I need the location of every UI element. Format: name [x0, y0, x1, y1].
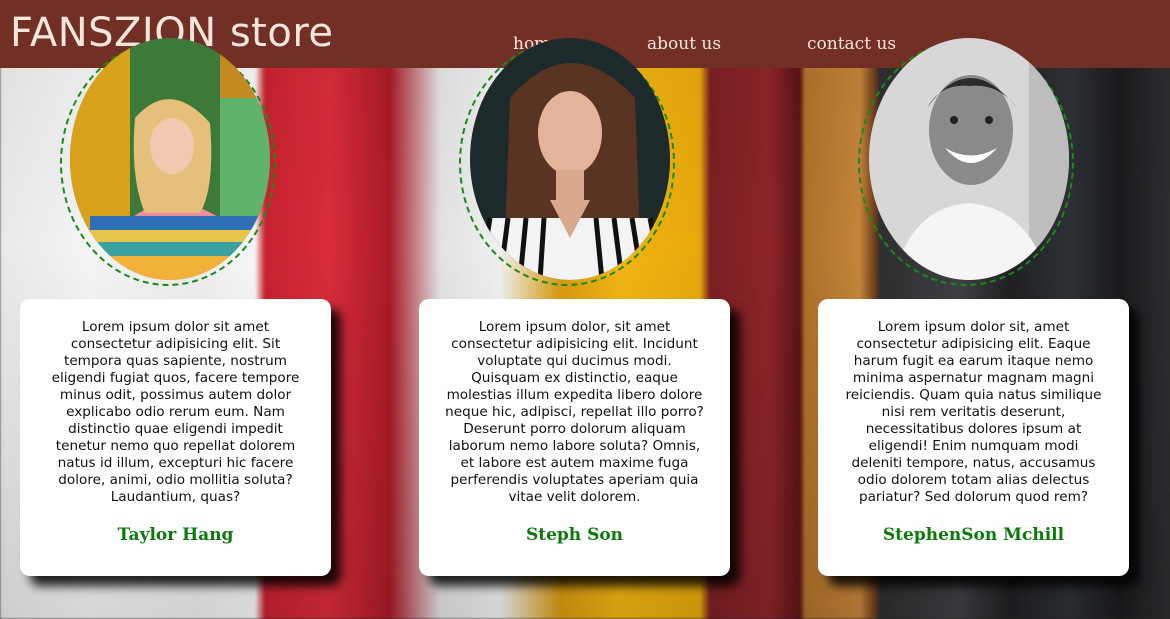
testimonial-author: StephenSon Mchill: [882, 525, 1065, 545]
testimonial-card-1: Lorem ipsum dolor sit amet consectetur a…: [20, 299, 331, 576]
testimonial-text: Lorem ipsum dolor, sit amet consectetur …: [445, 319, 704, 505]
testimonial-card-3: Lorem ipsum dolor sit, amet consectetur …: [818, 299, 1129, 576]
testimonial-card-2: Lorem ipsum dolor, sit amet consectetur …: [419, 299, 730, 576]
nav-contact-link[interactable]: contact us: [807, 34, 896, 54]
testimonial-text: Lorem ipsum dolor sit, amet consectetur …: [845, 319, 1102, 505]
avatar-steph-son: [470, 38, 670, 280]
testimonial-author: Taylor Hang: [117, 525, 234, 545]
avatar-taylor-hang: [70, 38, 270, 280]
nav-about-link[interactable]: about us: [647, 34, 721, 54]
testimonial-author: Steph Son: [525, 525, 624, 545]
testimonial-text: Lorem ipsum dolor sit amet consectetur a…: [51, 319, 300, 505]
avatar-stephenson-mchill: [869, 38, 1069, 280]
